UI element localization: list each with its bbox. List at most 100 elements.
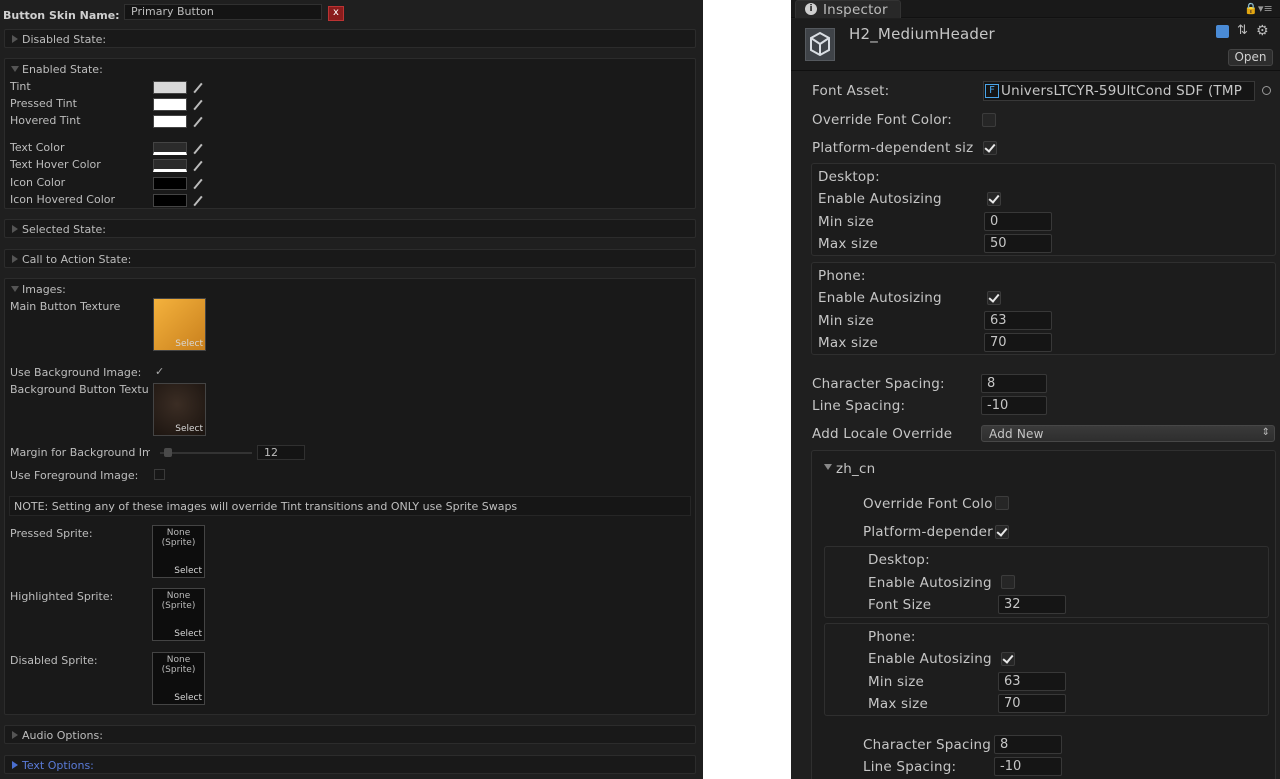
use-foreground-label: Use Foreground Image: (10, 469, 139, 482)
collapse-arrow-icon (12, 225, 18, 233)
select-label[interactable]: Select (175, 424, 203, 434)
hovered-tint-swatch[interactable] (153, 115, 187, 128)
eyedropper-icon[interactable] (193, 99, 203, 110)
select-label[interactable]: Select (174, 629, 202, 639)
max-size-label: Max size (818, 236, 878, 252)
pressed-tint-label: Pressed Tint (10, 97, 77, 110)
text-hover-color-swatch[interactable] (153, 159, 187, 172)
margin-value-field[interactable]: 12 (257, 445, 305, 460)
text-options-label: Text Options: (22, 759, 94, 772)
pressed-tint-swatch[interactable] (153, 98, 187, 111)
zh-character-spacing-field[interactable]: 8 (994, 735, 1062, 754)
margin-slider-thumb[interactable] (164, 448, 172, 457)
help-icon[interactable] (1216, 25, 1229, 38)
override-font-color-checkbox[interactable] (982, 113, 996, 127)
expand-arrow-icon[interactable] (11, 66, 19, 72)
eyedropper-icon[interactable] (193, 143, 203, 154)
zh-phone-max-size-field[interactable]: 70 (998, 694, 1066, 713)
zh-override-font-color-checkbox[interactable] (995, 496, 1009, 510)
background-texture-slot[interactable]: Select (153, 383, 206, 436)
collapse-arrow-icon (12, 761, 18, 769)
skin-name-input[interactable]: Primary Button (124, 4, 322, 20)
gear-icon[interactable]: ⚙ (1256, 23, 1269, 39)
highlighted-sprite-slot[interactable]: None (Sprite) Select (152, 588, 205, 641)
tint-color-swatch[interactable] (153, 81, 187, 94)
select-label[interactable]: Select (174, 693, 202, 703)
collapse-arrow-icon (12, 255, 18, 263)
dropdown-arrow-icon: ⇕ (1261, 427, 1270, 438)
min-size-label: Min size (818, 313, 875, 329)
zh-phone-min-size-field[interactable]: 63 (998, 672, 1066, 691)
none-sprite-text: None (Sprite) (161, 528, 196, 548)
highlighted-sprite-label: Highlighted Sprite: (10, 590, 114, 603)
audio-options-foldout[interactable]: Audio Options: (4, 725, 696, 744)
eyedropper-icon[interactable] (193, 116, 203, 127)
expand-arrow-icon[interactable] (11, 286, 19, 292)
zh-platform-dependent-checkbox[interactable] (995, 525, 1009, 539)
eyedropper-icon[interactable] (193, 178, 203, 189)
disabled-state-foldout[interactable]: Disabled State: (4, 29, 696, 48)
audio-options-label: Audio Options: (22, 729, 103, 742)
desktop-label: Desktop: (868, 552, 930, 568)
skin-name-label: Button Skin Name: (3, 9, 120, 22)
font-asset-value: UniversLTCYR-59UltCond SDF (TMP (1001, 83, 1243, 99)
collapse-arrow-icon (12, 731, 18, 739)
desktop-max-size-field[interactable]: 50 (984, 234, 1052, 253)
disabled-sprite-slot[interactable]: None (Sprite) Select (152, 652, 205, 705)
inspector-tab-label: Inspector (823, 2, 888, 18)
pressed-sprite-label: Pressed Sprite: (10, 527, 93, 540)
eyedropper-icon[interactable] (193, 160, 203, 171)
checkmark-icon[interactable]: ✓ (155, 365, 164, 378)
main-texture-label: Main Button Texture (10, 300, 121, 313)
use-foreground-checkbox[interactable] (154, 469, 165, 480)
cta-state-label: Call to Action State: (22, 253, 132, 266)
selected-state-foldout[interactable]: Selected State: (4, 219, 696, 238)
icon-color-swatch[interactable] (153, 177, 187, 190)
margin-label: Margin for Background Im (10, 446, 150, 459)
desktop-min-size-field[interactable]: 0 (984, 212, 1052, 231)
eyedropper-icon[interactable] (193, 82, 203, 93)
enabled-state-section: Enabled State: Tint Pressed Tint Hovered… (4, 58, 696, 209)
desktop-autosizing-checkbox[interactable] (987, 192, 1001, 206)
platform-dependent-label: Platform-depender (863, 524, 993, 540)
phone-autosizing-checkbox[interactable] (987, 291, 1001, 305)
unity-logo-icon (805, 28, 835, 61)
zh-desktop-autosizing-checkbox[interactable] (1001, 575, 1015, 589)
icon-hovered-color-swatch[interactable] (153, 194, 187, 207)
zh-line-spacing-field[interactable]: -10 (994, 757, 1062, 776)
text-color-swatch[interactable] (153, 142, 187, 155)
tab-menu-icon[interactable]: ▾≡ (1258, 2, 1273, 15)
preset-icon[interactable]: ⇅ (1237, 23, 1248, 38)
zh-phone-autosizing-checkbox[interactable] (1001, 652, 1015, 666)
eyedropper-icon[interactable] (193, 195, 203, 206)
select-label[interactable]: Select (174, 566, 202, 576)
cta-state-foldout[interactable]: Call to Action State: (4, 249, 696, 268)
select-label[interactable]: Select (175, 339, 203, 349)
phone-min-size-field[interactable]: 63 (984, 311, 1052, 330)
text-color-label: Text Color (10, 141, 65, 154)
phone-max-size-field[interactable]: 70 (984, 333, 1052, 352)
character-spacing-label: Character Spacing: (812, 376, 945, 392)
zh-desktop-font-size-field[interactable]: 32 (998, 595, 1066, 614)
remove-skin-button[interactable]: x (328, 6, 344, 21)
tab-inspector[interactable]: i Inspector (795, 0, 901, 18)
character-spacing-label: Character Spacing (863, 737, 992, 753)
disabled-state-label: Disabled State: (22, 33, 107, 46)
margin-slider-track[interactable] (160, 452, 252, 454)
note-box: NOTE: Setting any of these images will o… (9, 496, 691, 516)
open-button[interactable]: Open (1228, 49, 1273, 66)
platform-dependent-checkbox[interactable] (983, 141, 997, 155)
text-options-foldout[interactable]: Text Options: (4, 755, 696, 774)
expand-arrow-icon[interactable] (824, 464, 832, 470)
main-texture-slot[interactable]: Select (153, 298, 206, 351)
font-asset-field[interactable]: F UniversLTCYR-59UltCond SDF (TMP (983, 81, 1255, 101)
min-size-label: Min size (818, 214, 875, 230)
line-spacing-field[interactable]: -10 (981, 396, 1047, 415)
asset-name: H2_MediumHeader (849, 25, 995, 43)
lock-icon[interactable]: 🔒 (1244, 2, 1258, 15)
add-locale-dropdown[interactable]: Add New ⇕ (981, 425, 1275, 442)
character-spacing-field[interactable]: 8 (981, 374, 1047, 393)
text-hover-color-label: Text Hover Color (10, 158, 101, 171)
pressed-sprite-slot[interactable]: None (Sprite) Select (152, 525, 205, 578)
object-picker-icon[interactable] (1262, 86, 1271, 95)
